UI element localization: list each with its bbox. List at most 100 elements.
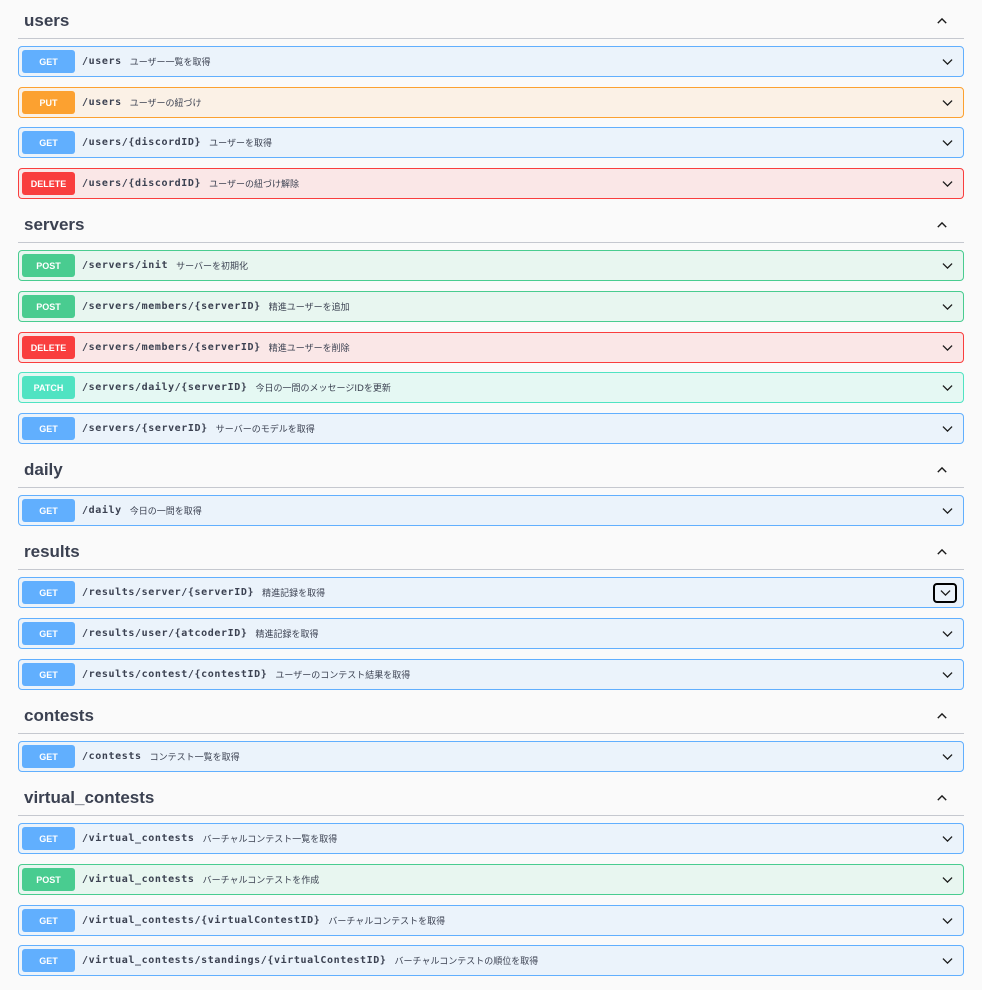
chevron-down-icon[interactable] — [937, 420, 957, 438]
operation-row[interactable]: GET/virtual_contests/{virtualContestID} バ… — [18, 905, 964, 936]
chevron-down-icon[interactable] — [937, 748, 957, 766]
operation-description: サーバーを初期化 — [176, 262, 248, 272]
chevron-up-icon[interactable] — [934, 217, 950, 233]
operation-row[interactable]: GET/virtual_contests バーチャルコンテスト一覧を取得 — [18, 823, 964, 854]
operation-row[interactable]: GET/virtual_contests/standings/{virtualC… — [18, 945, 964, 976]
section-servers: servers — [18, 208, 964, 243]
operation-row[interactable]: GET/daily 今日の一問を取得 — [18, 495, 964, 526]
operation-row[interactable]: GET/results/contest/{contestID} ユーザーのコンテス… — [18, 659, 964, 690]
section-header-users[interactable]: users — [18, 4, 964, 39]
operation-path: /servers/init — [82, 260, 169, 271]
method-badge: GET — [22, 499, 75, 522]
operation-description: バーチャルコンテストを作成 — [202, 876, 320, 886]
operation-path: /virtual_contests/standings/{virtualCont… — [82, 955, 387, 966]
section-title: daily — [24, 460, 63, 479]
operation-row[interactable]: GET/results/server/{serverID} 精進記録を取得 — [18, 577, 964, 608]
method-badge: GET — [22, 131, 75, 154]
method-badge: PUT — [22, 91, 75, 114]
chevron-down-icon[interactable] — [937, 952, 957, 970]
chevron-down-icon[interactable] — [937, 53, 957, 71]
section-title: servers — [24, 215, 85, 234]
operation-path: /results/user/{atcoderID} — [82, 628, 248, 639]
operation-row[interactable]: GET/users/{discordID} ユーザーを取得 — [18, 127, 964, 158]
operation-row[interactable]: POST/servers/init サーバーを初期化 — [18, 250, 964, 281]
operation-path: /virtual_contests/{virtualContestID} — [82, 915, 321, 926]
operation-path: /virtual_contests — [82, 833, 195, 844]
chevron-down-icon[interactable] — [937, 379, 957, 397]
method-badge: GET — [22, 745, 75, 768]
operation-description: バーチャルコンテスト一覧を取得 — [202, 835, 338, 845]
operation-description: ユーザーの紐づけ解除 — [209, 180, 299, 190]
operation-description: バーチャルコンテストを取得 — [328, 917, 446, 927]
operation-description: ユーザー一覧を取得 — [129, 58, 211, 68]
operation-description: サーバーのモデルを取得 — [215, 425, 315, 435]
section-header-contests[interactable]: contests — [18, 699, 964, 734]
method-badge: DELETE — [22, 172, 75, 195]
operation-path: /users/{discordID} — [82, 178, 202, 189]
section-daily: daily — [18, 453, 964, 488]
section-header-virtual_contests[interactable]: virtual_contests — [18, 781, 964, 816]
method-badge: DELETE — [22, 336, 75, 359]
operation-path: /users — [82, 97, 122, 108]
method-badge: POST — [22, 254, 75, 277]
operation-description: 精進ユーザーを追加 — [268, 303, 350, 313]
operation-description: ユーザーの紐づけ — [129, 99, 202, 109]
method-badge: POST — [22, 868, 75, 891]
chevron-down-icon[interactable] — [937, 502, 957, 520]
section-header-results[interactable]: results — [18, 535, 964, 570]
chevron-down-icon[interactable] — [937, 94, 957, 112]
operation-path: /results/server/{serverID} — [82, 587, 255, 598]
chevron-down-icon[interactable] — [937, 871, 957, 889]
chevron-up-icon[interactable] — [934, 544, 950, 560]
operation-row[interactable]: POST/virtual_contests バーチャルコンテストを作成 — [18, 864, 964, 895]
chevron-up-icon[interactable] — [934, 462, 950, 478]
chevron-up-icon[interactable] — [934, 13, 950, 29]
operation-row[interactable]: PUT/users ユーザーの紐づけ — [18, 87, 964, 118]
chevron-down-icon[interactable] — [937, 666, 957, 684]
operation-description: 今日の一問を取得 — [129, 507, 202, 517]
operation-row[interactable]: POST/servers/members/{serverID} 精進ユーザーを追加 — [18, 291, 964, 322]
operation-row[interactable]: GET/users ユーザー一覧を取得 — [18, 46, 964, 77]
chevron-up-icon[interactable] — [934, 790, 950, 806]
chevron-down-icon[interactable] — [937, 175, 957, 193]
chevron-down-icon[interactable] — [937, 912, 957, 930]
chevron-down-icon[interactable] — [933, 582, 957, 603]
section-users: users — [18, 4, 964, 39]
operation-path: /users/{discordID} — [82, 137, 202, 148]
chevron-down-icon[interactable] — [937, 625, 957, 643]
chevron-down-icon[interactable] — [937, 257, 957, 275]
chevron-down-icon[interactable] — [937, 298, 957, 316]
operation-row[interactable]: DELETE/users/{discordID} ユーザーの紐づけ解除 — [18, 168, 964, 199]
chevron-down-icon[interactable] — [937, 134, 957, 152]
operation-path: /daily — [82, 505, 122, 516]
section-results: results — [18, 535, 964, 570]
operation-path: /virtual_contests — [82, 874, 195, 885]
section-virtual_contests: virtual_contests — [18, 781, 964, 816]
operation-row[interactable]: GET/results/user/{atcoderID} 精進記録を取得 — [18, 618, 964, 649]
operation-row[interactable]: GET/contests コンテスト一覧を取得 — [18, 741, 964, 772]
section-header-servers[interactable]: servers — [18, 208, 964, 243]
chevron-up-icon[interactable] — [934, 708, 950, 724]
operation-description: ユーザーを取得 — [209, 139, 272, 149]
chevron-down-icon[interactable] — [937, 339, 957, 357]
operation-row[interactable]: GET/servers/{serverID} サーバーのモデルを取得 — [18, 413, 964, 444]
operation-row[interactable]: PATCH/servers/daily/{serverID} 今日の一問のメッセー… — [18, 372, 964, 403]
method-badge: GET — [22, 663, 75, 686]
section-title: contests — [24, 706, 94, 725]
operation-path: /servers/daily/{serverID} — [82, 382, 248, 393]
swagger-operations-list: users GET/users ユーザー一覧を取得 PUT/users ユーザーの紐づけ… — [0, 0, 982, 990]
operation-description: 精進ユーザーを削除 — [268, 344, 350, 354]
method-badge: GET — [22, 949, 75, 972]
operation-description: ユーザーのコンテスト結果を取得 — [275, 671, 411, 681]
operation-path: /servers/members/{serverID} — [82, 301, 261, 312]
operation-row[interactable]: DELETE/servers/members/{serverID} 精進ユーザーを… — [18, 332, 964, 363]
method-badge: GET — [22, 581, 75, 604]
method-badge: PATCH — [22, 376, 75, 399]
method-badge: GET — [22, 50, 75, 73]
section-header-daily[interactable]: daily — [18, 453, 964, 488]
section-title: virtual_contests — [24, 788, 155, 807]
method-badge: GET — [22, 622, 75, 645]
operation-description: 精進記録を取得 — [262, 589, 326, 599]
chevron-down-icon[interactable] — [937, 830, 957, 848]
section-title: results — [24, 542, 80, 561]
